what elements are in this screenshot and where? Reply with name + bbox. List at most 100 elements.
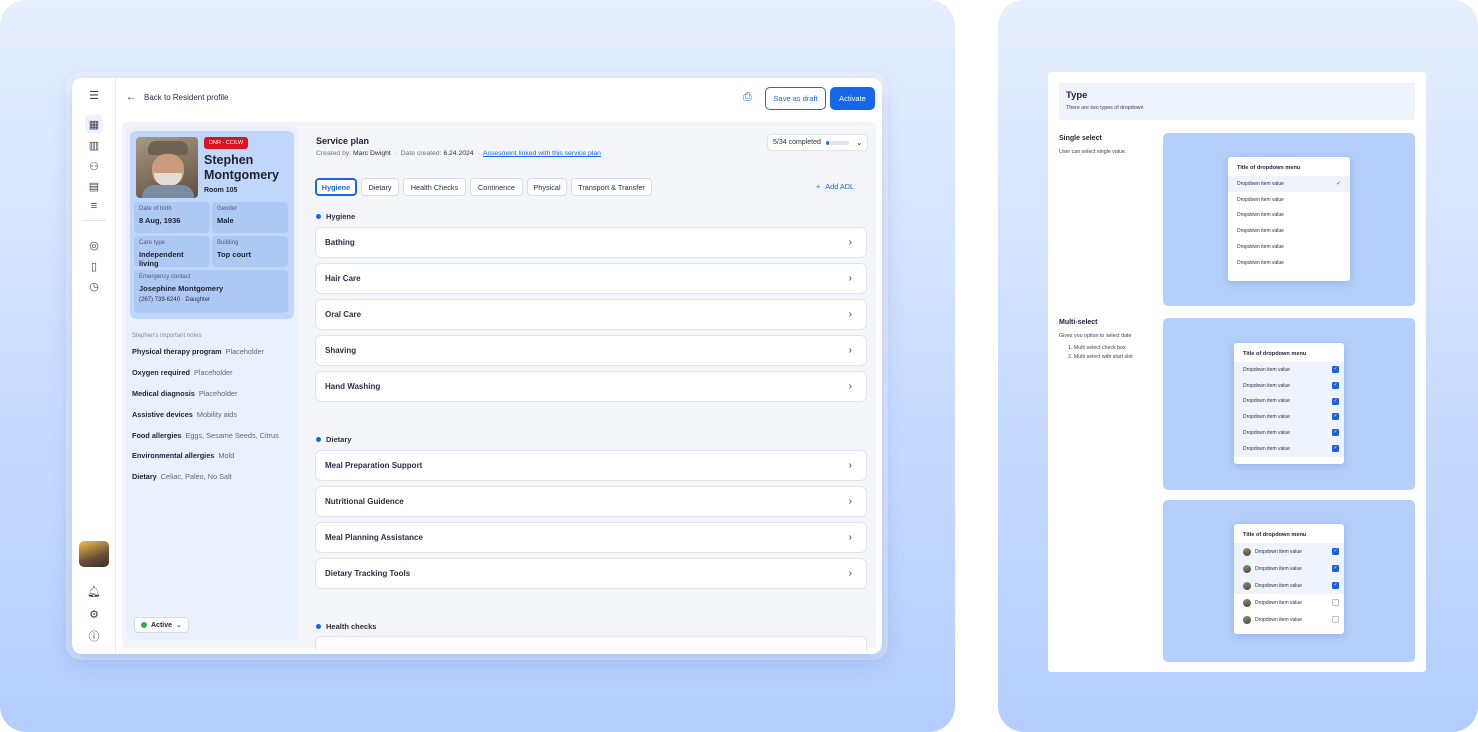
assessment-link[interactable]: Assesment linked with this service plan — [483, 150, 601, 157]
tab-transport-transfer[interactable]: Transport & Transfer — [571, 178, 652, 196]
back-link[interactable]: ← Back to Resident profile — [126, 92, 229, 103]
multi-select-demo: Title of dropdown menu Dropdown item val… — [1163, 318, 1415, 490]
dropdown-item[interactable]: Dropdown item value ✓ — [1234, 560, 1344, 577]
multi-select-avatar-dropdown: Title of dropdown menu Dropdown item val… — [1234, 524, 1344, 634]
menu-icon[interactable]: ☰ — [85, 86, 103, 104]
dropdown-item[interactable]: Dropdown item value — [1228, 208, 1350, 224]
multi-select-title: Multi-select — [1059, 319, 1098, 326]
dropdown-title: Title of dropdown menu — [1243, 532, 1307, 538]
chevron-right-icon: › — [848, 496, 852, 507]
checkbox-empty-icon[interactable] — [1332, 616, 1339, 623]
dropdown-title: Title of dropdown menu — [1237, 165, 1301, 171]
dropdown-item[interactable]: Dropdown item value — [1228, 239, 1350, 255]
dropdown-item[interactable]: Dropdown item value — [1234, 594, 1344, 611]
checkbox-checked-icon[interactable]: ✓ — [1332, 397, 1339, 405]
resident-profile-block: DNR - CC/LW Stephen Montgomery Room 105 D… — [130, 131, 294, 319]
checkbox-checked-icon[interactable]: ✓ — [1332, 413, 1339, 421]
plan-title: Service plan — [316, 136, 370, 146]
note-item: Physical therapy program Placeholder — [132, 347, 265, 356]
adl-row[interactable]: Oral Care › — [315, 299, 867, 330]
dropdown-item[interactable]: Dropdown item value ✓ — [1234, 409, 1344, 426]
progress-fill — [825, 140, 830, 145]
adl-row[interactable]: Bathing › — [315, 227, 867, 258]
left-showcase-panel: ☰ ▦ ▥ ⚇ ▤ ≡ ◎ ▯ ◷ 🔔︎ ⚙ ⓘ ← Back to Resid… — [0, 0, 955, 732]
list-icon[interactable]: ≡ — [85, 197, 103, 215]
status-label: Active — [151, 621, 173, 629]
dropdown-item[interactable]: Dropdown item value ✓ — [1234, 362, 1344, 378]
dropdown-item[interactable]: Dropdown item value — [1228, 255, 1350, 271]
clock-icon[interactable]: ◷ — [85, 277, 103, 295]
single-select-dropdown: Title of dropdown menu Dropdown item val… — [1228, 157, 1350, 281]
resident-card: DNR - CC/LW Stephen Montgomery Room 105 D… — [126, 126, 298, 640]
nav-rail: ☰ ▦ ▥ ⚇ ▤ ≡ ◎ ▯ ◷ 🔔︎ ⚙ ⓘ — [72, 78, 116, 654]
dashboard-icon[interactable]: ▦ — [85, 115, 103, 133]
chart-icon[interactable]: ▥ — [85, 136, 103, 154]
adl-row[interactable]: Hair Care › — [315, 263, 867, 294]
activate-button[interactable]: Activate — [830, 87, 875, 110]
dropdown-item[interactable]: Dropdown item value ✓ — [1234, 543, 1344, 560]
dropdown-item[interactable]: Dropdown item value ✓ — [1234, 377, 1344, 394]
dropdown-item[interactable]: Dropdown item value ✓ — [1234, 440, 1344, 457]
add-adl-button[interactable]: + Add ADL — [816, 182, 854, 191]
checkbox-checked-icon[interactable]: ✓ — [1332, 366, 1339, 373]
tab-dietary[interactable]: Dietary — [361, 178, 399, 196]
care-type-tile: Care type Independent living — [134, 236, 210, 268]
checkbox-checked-icon[interactable]: ✓ — [1332, 548, 1339, 555]
status-dot — [141, 622, 147, 628]
resident-room: Room 105 — [204, 187, 238, 194]
settings-icon[interactable]: ⚙ — [85, 605, 103, 623]
section-title: Hygiene — [316, 212, 355, 221]
document-icon[interactable]: ▯ — [85, 257, 103, 275]
emergency-contact-tile: Emergency contact Josephine Montgomery (… — [134, 270, 288, 313]
checkbox-checked-icon[interactable]: ✓ — [1332, 582, 1339, 589]
help-icon[interactable]: ⓘ — [85, 627, 103, 645]
dropdown-item[interactable]: Dropdown item value — [1234, 611, 1344, 628]
gender-tile: Gender Male — [212, 202, 288, 233]
checkbox-checked-icon[interactable]: ✓ — [1332, 444, 1339, 452]
tab-hygiene[interactable]: Hygiene — [315, 178, 357, 196]
checkbox-checked-icon[interactable]: ✓ — [1332, 381, 1339, 389]
bell-icon[interactable]: 🔔︎ — [85, 582, 103, 600]
save-draft-button[interactable]: Save as draft — [765, 87, 826, 110]
dropdown-item[interactable]: Dropdown item value ✓ — [1234, 393, 1344, 410]
tab-health-checks[interactable]: Health Checks — [403, 178, 466, 196]
chevron-right-icon: › — [848, 273, 852, 284]
status-dropdown[interactable]: Active ⌄ — [134, 617, 189, 633]
progress-label: 5/34 completed — [773, 139, 821, 146]
multi-select-dropdown: Title of dropdown menu Dropdown item val… — [1234, 343, 1344, 464]
section-dot — [316, 437, 321, 442]
progress-dropdown[interactable]: 5/34 completed ⌄ — [767, 134, 868, 151]
adl-row[interactable] — [315, 636, 867, 650]
dnr-badge: DNR - CC/LW — [204, 137, 249, 149]
adl-row[interactable]: Dietary Tracking Tools › — [315, 558, 867, 589]
checkbox-empty-icon[interactable] — [1332, 599, 1339, 606]
dropdown-item[interactable]: Dropdown item value — [1228, 192, 1350, 208]
avatar — [1243, 615, 1251, 624]
building-icon[interactable]: ▤ — [85, 177, 103, 195]
chevron-right-icon: › — [848, 345, 852, 356]
target-icon[interactable]: ◎ — [85, 236, 103, 254]
tab-physical[interactable]: Physical — [527, 178, 567, 196]
dropdown-item[interactable]: Dropdown item value — [1228, 223, 1350, 239]
dropdown-item[interactable]: Dropdown item value ✓ — [1234, 577, 1344, 594]
adl-row[interactable]: Shaving › — [315, 335, 867, 366]
dropdown-item[interactable]: Dropdown item value ✓ — [1228, 176, 1350, 192]
checkbox-checked-icon[interactable]: ✓ — [1332, 565, 1339, 572]
chevron-right-icon: › — [848, 237, 852, 248]
dropdown-item[interactable]: Dropdown item value ✓ — [1234, 425, 1344, 441]
chevron-right-icon: › — [848, 381, 852, 392]
adl-row[interactable]: Hand Washing › — [315, 371, 867, 402]
note-item: Medical diagnosis Placeholder — [132, 389, 238, 398]
users-icon[interactable]: ⚇ — [85, 157, 103, 175]
note-item: Food allergies Eggs, Sesame Seeds, Citrus — [132, 431, 279, 440]
adl-row[interactable]: Meal Preparation Support › — [315, 450, 867, 481]
adl-row[interactable]: Meal Planning Assistance › — [315, 522, 867, 553]
type-header: Type There are two types of dropdown — [1059, 83, 1415, 120]
chevron-right-icon: › — [848, 532, 852, 543]
adl-row[interactable]: Nutritional Guidence › — [315, 486, 867, 517]
single-select-desc: User can select single value. — [1059, 149, 1127, 155]
print-icon[interactable]: ⎙ — [743, 91, 752, 104]
checkbox-checked-icon[interactable]: ✓ — [1332, 429, 1339, 437]
tab-continence[interactable]: Continence — [470, 178, 523, 196]
user-avatar[interactable] — [79, 541, 109, 567]
